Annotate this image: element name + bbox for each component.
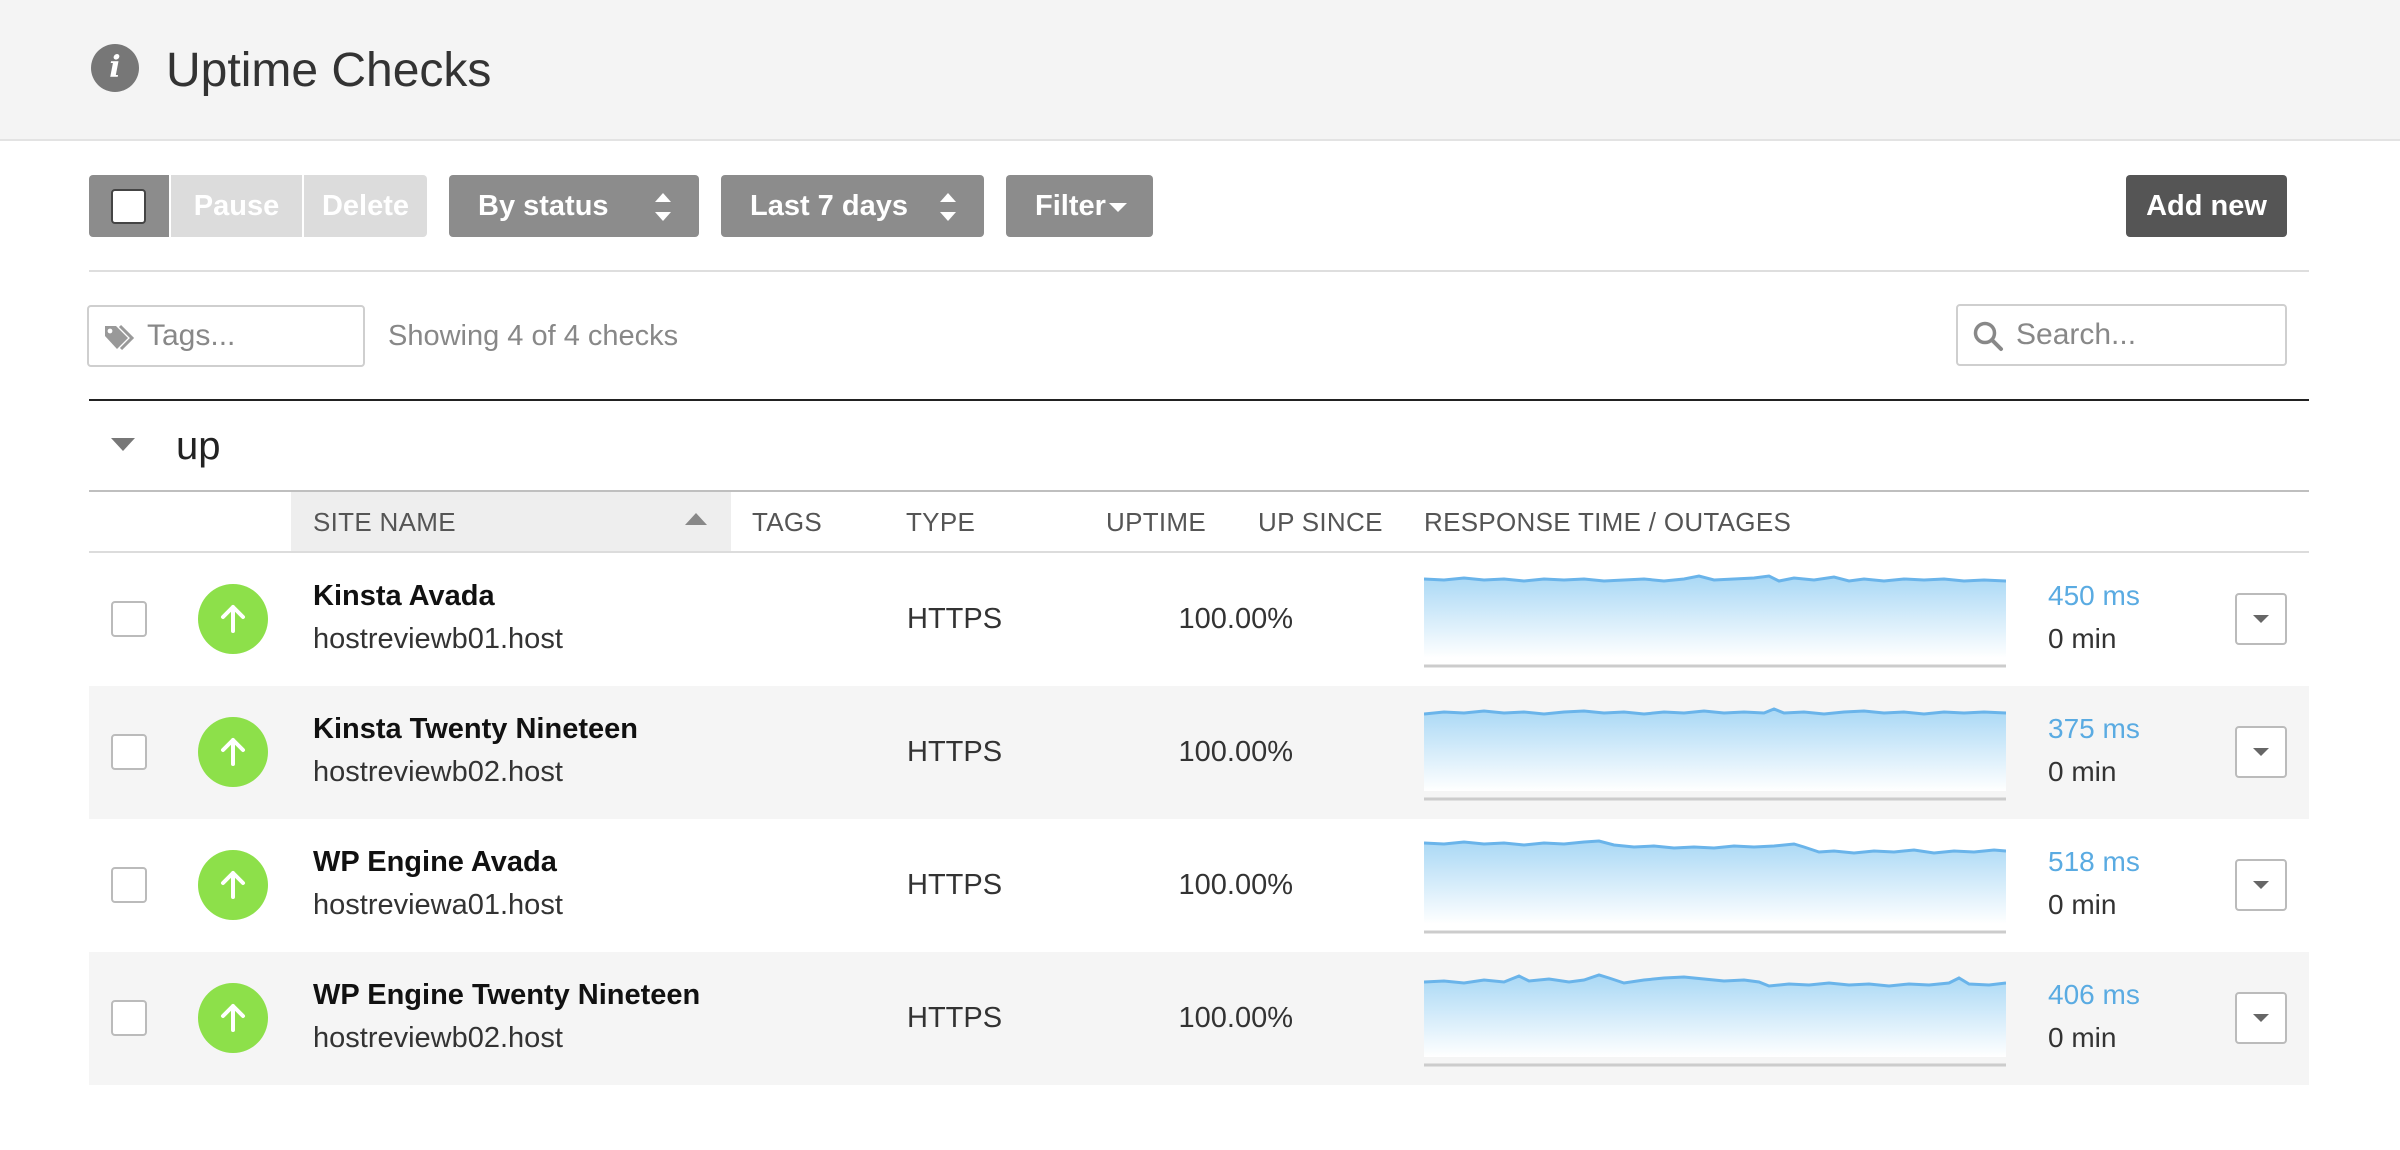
page-header: i Uptime Checks [0,0,2400,141]
collapse-caret-icon[interactable] [111,438,135,451]
arrow-up-icon [221,605,245,633]
add-new-button[interactable]: Add new [2126,175,2287,237]
tags-icon [105,324,135,351]
search-input[interactable] [2016,306,2278,364]
column-header-response[interactable]: RESPONSE TIME / OUTAGES [1424,505,1791,539]
column-header-uptime[interactable]: UPTIME [1106,505,1206,539]
site-name[interactable]: Kinsta Avada [313,578,495,614]
status-up-badge [198,717,268,787]
search-field[interactable] [1956,304,2287,366]
site-host: hostreviewb01.host [313,623,563,655]
date-range-dropdown[interactable]: Last 7 days [721,175,984,237]
outage-time: 0 min [2048,889,2117,920]
column-header-up-since[interactable]: UP SINCE [1258,505,1383,539]
status-up-badge [198,850,268,920]
delete-button[interactable]: Delete [304,175,427,237]
status-up-badge [198,983,268,1053]
tags-field[interactable] [87,305,365,367]
table-row[interactable]: WP Engine Twenty Nineteen hostreviewb02.… [89,952,2309,1085]
site-host: hostreviewa01.host [313,889,563,921]
response-sparkline [1424,574,2006,668]
table-row[interactable]: Kinsta Avada hostreviewb01.host HTTPS 10… [89,553,2309,686]
uptime-value: 100.00% [1178,869,1294,901]
outage-time: 0 min [2048,623,2117,654]
response-sparkline [1424,707,2006,801]
select-all-checkbox[interactable] [89,175,169,237]
site-name[interactable]: WP Engine Avada [313,844,557,880]
site-host: hostreviewb02.host [313,756,563,788]
tags-input[interactable] [147,307,357,365]
check-type: HTTPS [907,736,1003,768]
arrow-up-icon [221,871,245,899]
group-title: up [176,424,221,468]
response-sparkline [1424,973,2006,1067]
column-header-tags[interactable]: TAGS [752,505,822,539]
sort-updown-icon [655,193,671,221]
outage-time: 0 min [2048,1022,2117,1053]
uptime-value: 100.00% [1178,603,1294,635]
sort-ascending-icon [685,513,707,525]
check-type: HTTPS [907,1002,1003,1034]
bulk-action-group: Pause Delete [89,175,427,237]
outage-time: 0 min [2048,756,2117,787]
uptime-value: 100.00% [1178,1002,1294,1034]
response-sparkline [1424,839,2006,934]
table-row[interactable]: Kinsta Twenty Nineteen hostreviewb02.hos… [89,686,2309,819]
row-checkbox[interactable] [111,1000,147,1036]
page-title: Uptime Checks [166,44,492,97]
sort-by-dropdown[interactable]: By status [449,175,699,237]
response-time[interactable]: 375 ms [2048,711,2140,747]
site-host: hostreviewb02.host [313,1022,563,1054]
info-icon[interactable]: i [91,44,139,92]
row-checkbox[interactable] [111,734,147,770]
group-top-rule [89,399,2309,401]
row-checkbox[interactable] [111,601,147,637]
range-updown-icon [940,193,956,221]
status-up-badge [198,584,268,654]
check-type: HTTPS [907,869,1003,901]
column-header-type[interactable]: TYPE [906,505,975,539]
column-header-site-name[interactable]: SITE NAME [313,505,456,539]
search-icon [1973,321,2003,351]
site-name[interactable]: WP Engine Twenty Nineteen [313,977,700,1013]
date-range-label: Last 7 days [750,190,908,222]
table-row[interactable]: WP Engine Avada hostreviewa01.host HTTPS… [89,819,2309,952]
row-checkbox[interactable] [111,867,147,903]
caret-down-icon [1109,203,1127,212]
response-time[interactable]: 518 ms [2048,844,2140,880]
arrow-up-icon [221,1004,245,1032]
response-time[interactable]: 450 ms [2048,578,2140,614]
pause-button[interactable]: Pause [171,175,302,237]
filter-label: Filter [1035,190,1106,222]
showing-count: Showing 4 of 4 checks [388,320,679,352]
toolbar-divider [89,270,2309,272]
arrow-up-icon [221,738,245,766]
row-menu-button[interactable] [2235,992,2287,1044]
filter-dropdown[interactable]: Filter [1006,175,1153,237]
row-menu-button[interactable] [2235,593,2287,645]
row-menu-button[interactable] [2235,726,2287,778]
response-time[interactable]: 406 ms [2048,977,2140,1013]
uptime-value: 100.00% [1178,736,1294,768]
row-menu-button[interactable] [2235,859,2287,911]
site-name[interactable]: Kinsta Twenty Nineteen [313,711,638,747]
sort-by-label: By status [478,190,609,222]
check-type: HTTPS [907,603,1003,635]
